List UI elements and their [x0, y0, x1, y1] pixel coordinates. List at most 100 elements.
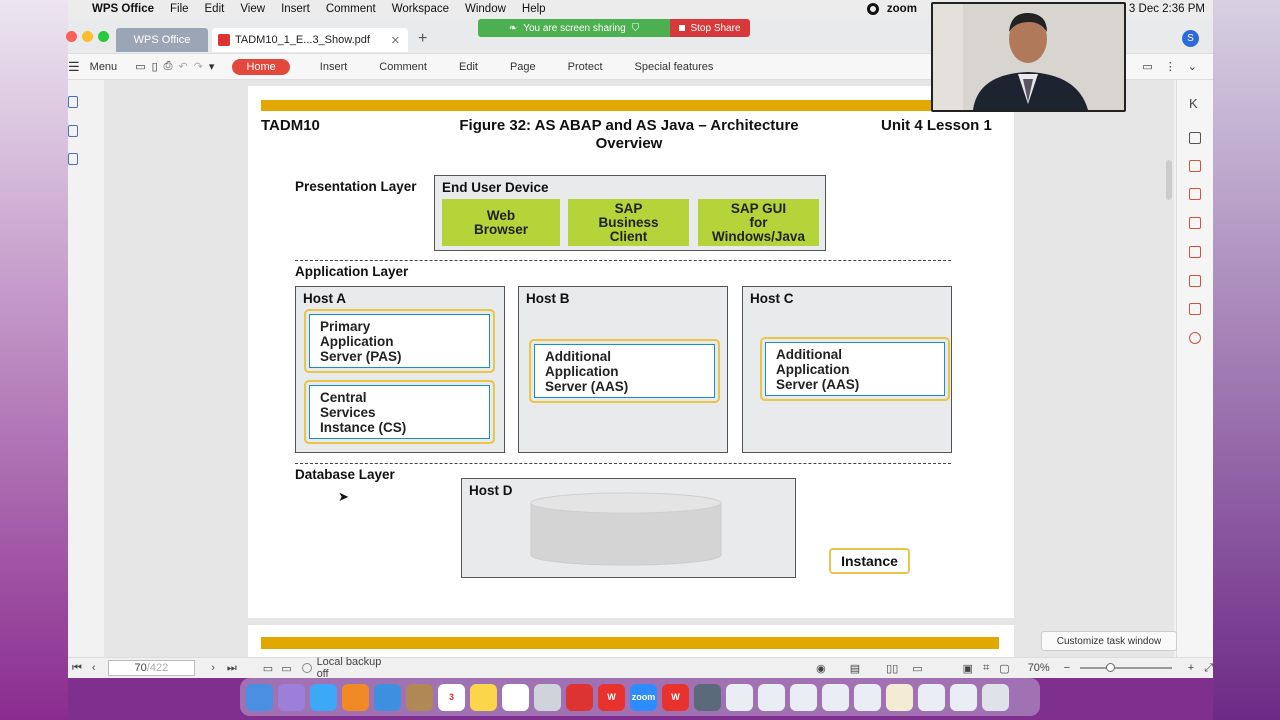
- zoom-out-icon[interactable]: −: [1064, 662, 1070, 674]
- tab-home[interactable]: Home: [232, 58, 290, 75]
- tab-protect[interactable]: Protect: [568, 61, 603, 73]
- fit-width-icon[interactable]: ▣: [963, 662, 973, 675]
- window-thumb-5-icon[interactable]: [854, 683, 881, 711]
- last-page-icon[interactable]: ⏭: [227, 662, 237, 675]
- new-tab-button[interactable]: +: [418, 30, 427, 48]
- thumbnail-icon[interactable]: [68, 125, 78, 137]
- zoom-in-icon[interactable]: +: [1188, 662, 1194, 674]
- contacts-icon[interactable]: [406, 683, 433, 711]
- zoom-slider[interactable]: [1080, 663, 1172, 672]
- more-icon[interactable]: ⋮: [1165, 60, 1176, 73]
- pdf-to-word-icon[interactable]: [1189, 217, 1201, 229]
- pdf-to-ppt-icon[interactable]: [1189, 275, 1201, 287]
- layout-icon[interactable]: ▭: [281, 662, 291, 675]
- tab-document[interactable]: TADM10_1_E...3_Show.pdf ✕: [212, 28, 408, 52]
- hamburger-icon[interactable]: ☰: [68, 59, 80, 75]
- safari-icon[interactable]: [310, 683, 337, 711]
- tab-wps-office[interactable]: WPS Office: [116, 28, 208, 52]
- menu-insert[interactable]: Insert: [281, 3, 310, 15]
- reminders-icon[interactable]: [502, 683, 529, 711]
- finder-icon[interactable]: [246, 683, 273, 711]
- sharing-status[interactable]: ❧ You are screen sharing ⛉: [478, 19, 670, 37]
- save-icon[interactable]: ▯: [152, 60, 158, 73]
- bookmark-icon[interactable]: [68, 96, 78, 108]
- user-avatar[interactable]: S: [1182, 30, 1199, 47]
- zoom-level[interactable]: 70%: [1028, 662, 1050, 674]
- launchpad-icon[interactable]: [278, 683, 305, 711]
- menu-view[interactable]: View: [240, 3, 265, 15]
- crop-icon[interactable]: ⌗: [983, 662, 989, 675]
- single-page-icon[interactable]: ▤: [850, 662, 860, 675]
- print-icon[interactable]: ⎙: [164, 60, 173, 73]
- tab-comment[interactable]: Comment: [379, 61, 427, 73]
- stop-share-button[interactable]: Stop Share: [670, 19, 750, 37]
- menu-help[interactable]: Help: [522, 3, 546, 15]
- menu-button[interactable]: Menu: [90, 61, 118, 73]
- window-thumb-8-icon[interactable]: [950, 683, 977, 711]
- close-window-button[interactable]: [66, 31, 77, 42]
- document-viewport[interactable]: TADM10 Figure 32: AS ABAP and AS Java – …: [104, 80, 1174, 665]
- continuous-icon[interactable]: ▭: [912, 662, 922, 675]
- aas-b-box: Additional Application Server (AAS): [529, 339, 720, 403]
- collapse-panel-icon[interactable]: K: [1189, 96, 1198, 111]
- minimize-window-button[interactable]: [82, 31, 93, 42]
- menu-comment[interactable]: Comment: [326, 3, 376, 15]
- prev-page-icon[interactable]: ‹: [92, 662, 96, 674]
- firefox-icon[interactable]: [342, 683, 369, 711]
- zoom-status-icon[interactable]: [866, 3, 879, 15]
- window-thumb-3-icon[interactable]: [790, 683, 817, 711]
- compass-icon[interactable]: [534, 683, 561, 711]
- two-page-icon[interactable]: ▯▯: [886, 662, 898, 675]
- print-icon[interactable]: [1189, 132, 1201, 144]
- window-thumb-6-icon[interactable]: [886, 683, 913, 711]
- collapse-ribbon-icon[interactable]: ⌄: [1188, 60, 1197, 73]
- vertical-scrollbar[interactable]: [1166, 160, 1172, 200]
- quicktime-icon[interactable]: [694, 683, 721, 711]
- window-thumb-7-icon[interactable]: [918, 683, 945, 711]
- menu-file[interactable]: File: [170, 3, 189, 15]
- zoom-app-icon[interactable]: zoom: [630, 683, 657, 711]
- mail-icon[interactable]: [374, 683, 401, 711]
- next-page-icon[interactable]: ›: [211, 662, 215, 674]
- app-menu[interactable]: WPS Office: [92, 3, 154, 15]
- calendar-icon[interactable]: 3: [438, 683, 465, 711]
- tab-page[interactable]: Page: [510, 61, 536, 73]
- window-thumb-2-icon[interactable]: [758, 683, 785, 711]
- menu-workspace[interactable]: Workspace: [392, 3, 449, 15]
- window-thumb-4-icon[interactable]: [822, 683, 849, 711]
- undo-icon[interactable]: ↶: [178, 60, 187, 73]
- first-page-icon[interactable]: ⏮: [72, 662, 82, 675]
- window-thumb-1-icon[interactable]: [726, 683, 753, 711]
- webcam-video[interactable]: [931, 2, 1126, 112]
- tab-insert[interactable]: Insert: [320, 61, 348, 73]
- extract-icon[interactable]: [68, 153, 78, 165]
- pdf-app-icon[interactable]: [566, 683, 593, 711]
- tab-document-label: TADM10_1_E...3_Show.pdf: [235, 34, 370, 46]
- backup-status[interactable]: Local backup off: [317, 656, 397, 680]
- comment-panel-icon[interactable]: ▭: [1142, 60, 1152, 73]
- compress-icon[interactable]: [1189, 303, 1201, 315]
- trash-icon[interactable]: [982, 683, 1009, 711]
- fit-icon[interactable]: ▭: [263, 662, 273, 675]
- tab-special-features[interactable]: Special features: [635, 61, 714, 73]
- zoom-menu[interactable]: zoom: [887, 3, 917, 15]
- pdf-to-image-icon[interactable]: [1189, 188, 1201, 200]
- fullscreen-icon[interactable]: ▢: [999, 662, 1009, 675]
- maximize-window-button[interactable]: [98, 31, 109, 42]
- open-icon[interactable]: ▭: [135, 60, 145, 73]
- settings-icon[interactable]: [1189, 332, 1201, 344]
- more-dropdown-icon[interactable]: ▾: [209, 60, 215, 73]
- wps-icon[interactable]: W: [598, 683, 625, 711]
- expand-icon[interactable]: ⤢: [1204, 662, 1213, 675]
- redo-icon[interactable]: ↷: [194, 60, 203, 73]
- eye-icon[interactable]: ◉: [816, 662, 826, 675]
- page-number-input[interactable]: 70/422: [107, 660, 196, 676]
- close-tab-icon[interactable]: ✕: [391, 34, 400, 47]
- menu-edit[interactable]: Edit: [205, 3, 225, 15]
- menu-window[interactable]: Window: [465, 3, 506, 15]
- wps-office-icon[interactable]: W: [662, 683, 689, 711]
- pdf-to-excel-icon[interactable]: [1189, 246, 1201, 258]
- notes-icon[interactable]: [470, 683, 497, 711]
- tab-edit[interactable]: Edit: [459, 61, 478, 73]
- pdf-to-text-icon[interactable]: [1189, 160, 1201, 172]
